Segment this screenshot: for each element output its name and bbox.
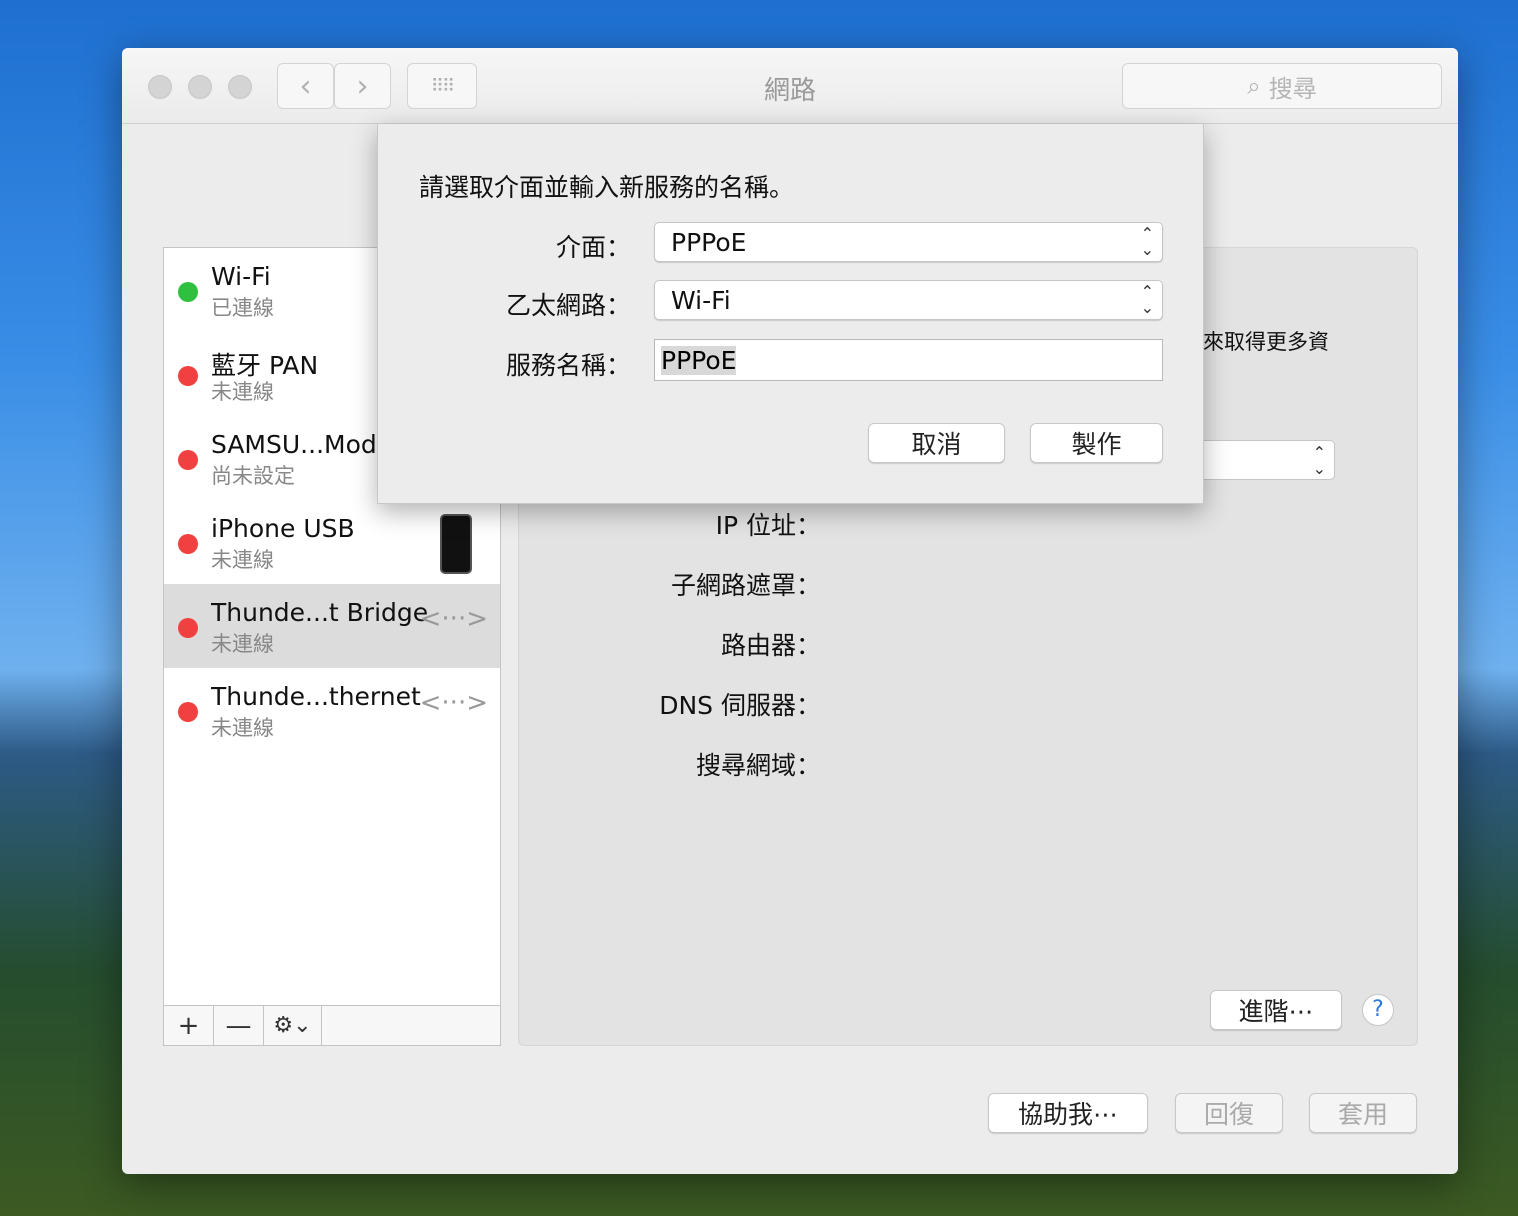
add-service-button[interactable]: + xyxy=(164,1006,214,1045)
service-status: 尚未設定 xyxy=(211,464,295,488)
iphone-icon xyxy=(440,514,472,574)
thunderbolt-bridge-icon: <···> xyxy=(419,688,488,718)
up-down-chevron-icon: ⌃ ⌄ xyxy=(1312,443,1326,478)
search-icon: ⌕ xyxy=(1247,72,1261,100)
service-toolbar: + — ⚙⌄ xyxy=(164,1005,500,1045)
service-status: 未連線 xyxy=(211,716,274,740)
advanced-button[interactable]: 進階⋯ xyxy=(1210,990,1342,1030)
ethernet-popup[interactable]: Wi-Fi ⌃ ⌄ xyxy=(654,280,1163,320)
gear-menu-button[interactable]: ⚙⌄ xyxy=(264,1006,322,1045)
status-dot-icon xyxy=(178,618,198,638)
service-name: iPhone USB xyxy=(211,514,355,543)
service-name-value: PPPoE xyxy=(661,346,737,375)
search-placeholder: 搜尋 xyxy=(1268,74,1317,103)
remove-service-button[interactable]: — xyxy=(214,1006,264,1045)
service-status: 未連線 xyxy=(211,548,274,572)
up-down-chevron-icon: ⌃ ⌄ xyxy=(1140,224,1154,259)
subnet-mask-label: 子網路遮罩： xyxy=(670,571,821,600)
ip-address-label: IP 位址： xyxy=(715,511,821,540)
service-item[interactable]: Thunde...t Bridge 未連線 <···> xyxy=(164,584,500,668)
ethernet-label: 乙太網路： xyxy=(505,291,631,320)
cancel-button[interactable]: 取消 xyxy=(868,423,1005,463)
revert-button[interactable]: 回復 xyxy=(1175,1093,1283,1133)
search-domains-label: 搜尋網域： xyxy=(695,751,821,780)
up-down-chevron-icon: ⌃ ⌄ xyxy=(1140,282,1154,317)
title-bar: ‹ › ⠿⠿ 網路 ⌕ 搜尋 xyxy=(122,48,1458,124)
service-item[interactable]: iPhone USB 未連線 xyxy=(164,500,500,584)
ethernet-value: Wi-Fi xyxy=(671,285,731,315)
search-field[interactable]: ⌕ 搜尋 xyxy=(1122,63,1442,109)
interface-popup[interactable]: PPPoE ⌃ ⌄ xyxy=(654,222,1163,262)
service-name-input[interactable]: PPPoE xyxy=(654,339,1163,381)
configure-popup[interactable]: ⌃ ⌄ xyxy=(1199,440,1335,480)
router-label: 路由器： xyxy=(720,631,821,660)
assist-me-button[interactable]: 協助我⋯ xyxy=(988,1093,1148,1133)
service-status: 已連線 xyxy=(211,296,274,320)
thunderbolt-bridge-icon: <···> xyxy=(419,604,488,634)
new-service-sheet: 請選取介面並輸入新服務的名稱。 介面： PPPoE ⌃ ⌄ 乙太網路： Wi-Fi ⌃… xyxy=(377,124,1204,504)
create-button[interactable]: 製作 xyxy=(1030,423,1163,463)
network-preferences-window: ‹ › ⠿⠿ 網路 ⌕ 搜尋 Wi-Fi 已連線 藍牙 PAN 未連線 SAMSU… xyxy=(122,48,1458,1174)
interface-value: PPPoE xyxy=(671,227,747,257)
info-text: 來取得更多資 xyxy=(1203,330,1329,354)
dns-server-label: DNS 伺服器： xyxy=(659,691,821,720)
apply-button[interactable]: 套用 xyxy=(1309,1093,1417,1133)
service-name-label: 服務名稱： xyxy=(505,351,631,380)
service-item[interactable]: Thunde...thernet 未連線 <···> xyxy=(164,668,500,752)
help-button[interactable]: ? xyxy=(1362,994,1394,1026)
interface-label: 介面： xyxy=(555,233,631,262)
status-dot-icon xyxy=(178,366,198,386)
service-status: 未連線 xyxy=(211,380,274,404)
service-status: 未連線 xyxy=(211,632,274,656)
service-name: Thunde...thernet xyxy=(211,682,421,711)
status-dot-icon xyxy=(178,450,198,470)
status-dot-icon xyxy=(178,282,198,302)
status-dot-icon xyxy=(178,534,198,554)
service-name: Thunde...t Bridge xyxy=(211,598,429,627)
status-dot-icon xyxy=(178,702,198,722)
sheet-prompt: 請選取介面並輸入新服務的名稱。 xyxy=(419,173,795,202)
